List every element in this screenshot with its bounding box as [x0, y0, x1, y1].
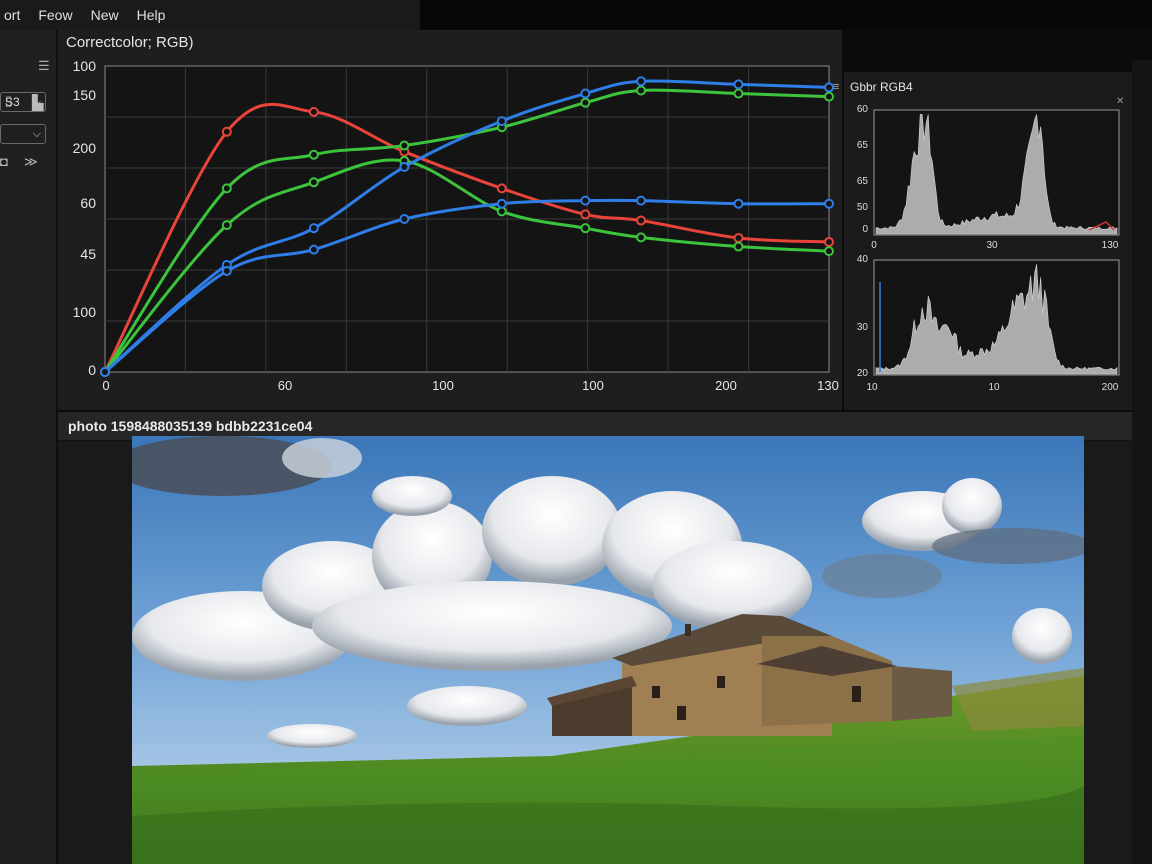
- hist-x-tick: 10: [866, 382, 878, 393]
- curve-point: [733, 198, 744, 209]
- hist-y-tick: 20: [857, 368, 869, 379]
- x-tick-label: 200: [715, 378, 737, 393]
- chevron-down-icon: ⌵: [32, 128, 41, 140]
- left-toolbar: ☰ ⌷ ▙ S3 ⌵ ⌵ ◘ ≫: [0, 30, 57, 864]
- curve-point: [824, 246, 834, 257]
- curves-chart[interactable]: 100 150 200 60 45 100 0 0 60 100 100 200 130 ≡: [58, 30, 842, 410]
- curve-point: [308, 106, 319, 117]
- hist-x-tick: 30: [986, 240, 998, 251]
- y-tick-label: 0: [88, 362, 96, 378]
- curve-point: [580, 195, 591, 206]
- chevron-down-icon: ⌵: [32, 96, 41, 108]
- x-tick-label: 60: [278, 378, 292, 393]
- curve-point: [636, 232, 647, 243]
- curve-point: [636, 76, 647, 87]
- curve-point: [308, 149, 319, 160]
- curve-point: [496, 198, 507, 209]
- curve-point: [580, 223, 591, 234]
- hist-y-tick: 40: [857, 254, 869, 265]
- x-tick-label: 0: [102, 378, 109, 393]
- curve-point: [399, 214, 410, 224]
- curve-point: [496, 116, 507, 127]
- curve-point: [221, 183, 232, 194]
- y-tick-label: 60: [80, 195, 96, 211]
- hist-y-tick: 65: [857, 176, 869, 187]
- arrow-tool-icon[interactable]: ≫: [24, 154, 38, 170]
- curve-point: [221, 220, 232, 231]
- y-tick-label: 100: [73, 304, 97, 320]
- y-tick-label: 100: [73, 58, 97, 74]
- right-sidebar: [1132, 60, 1152, 864]
- channel-select[interactable]: ⌵: [0, 124, 46, 144]
- menu-item-1[interactable]: Feow: [38, 7, 72, 23]
- curve-point: [580, 88, 591, 99]
- curve-point: [308, 244, 319, 255]
- hist-y-tick: 30: [857, 322, 869, 333]
- y-tick-label: 45: [80, 246, 96, 262]
- curves-y-ticks: 100 150 200 60 45 100 0: [73, 58, 97, 378]
- curve-point: [733, 232, 744, 243]
- curve-point: [824, 236, 834, 247]
- curve-point: [308, 223, 319, 234]
- curve-point: [399, 161, 410, 172]
- landscape-photo: [132, 436, 1084, 864]
- curves-x-ticks: 0 60 100 100 200 130: [102, 378, 838, 393]
- x-tick-label: 130: [817, 378, 839, 393]
- histogram-panel: Gbbr RGB4 60 65 65 50 0 0 30 130 40 30 20 10 10 200 ✕: [844, 72, 1132, 410]
- curve-point: [100, 367, 110, 377]
- hist-x-tick: 200: [1102, 382, 1119, 393]
- bezel-top: [420, 0, 1152, 30]
- curve-point: [636, 85, 647, 96]
- photo-canvas[interactable]: [132, 436, 1084, 864]
- y-tick-label: 200: [73, 140, 97, 156]
- x-tick-label: 100: [432, 378, 454, 393]
- curves-panel: Correctcolor; RGB) 100 150 200 60 45 100 0 0 60…: [58, 30, 842, 410]
- hist-y-tick: 0: [862, 224, 868, 235]
- hist-x-tick: 130: [1102, 240, 1119, 251]
- curve-point: [636, 215, 647, 226]
- curve-point: [733, 79, 744, 90]
- hist-x-tick: 0: [871, 240, 877, 251]
- curve-point: [221, 126, 232, 137]
- curve-point: [580, 97, 591, 108]
- x-tick-label: 100: [582, 378, 604, 393]
- photo-title: photo 1598488035139 bdbb2231ce04: [68, 418, 313, 434]
- curve-point: [399, 140, 410, 151]
- curve-point: [733, 241, 744, 252]
- menu-item-2[interactable]: New: [91, 7, 119, 23]
- curve-point: [824, 91, 834, 102]
- menu-item-0[interactable]: ort: [4, 7, 20, 23]
- curve-point: [824, 198, 834, 209]
- curve-point: [580, 209, 591, 220]
- camera-icon[interactable]: ◘: [0, 154, 8, 169]
- close-icon: ✕: [1116, 96, 1124, 107]
- curve-point: [308, 177, 319, 188]
- curve-point: [496, 183, 507, 194]
- panel-menu-icon[interactable]: ☰: [38, 58, 50, 74]
- histogram-charts: 60 65 65 50 00 30 130 40 30 20 10 10 200 ✕: [857, 96, 1125, 393]
- curve-point: [221, 266, 232, 277]
- curve-point: [733, 88, 744, 99]
- preset-select[interactable]: S3 ⌵: [0, 92, 46, 112]
- hist-y-tick: 60: [857, 104, 869, 115]
- hist-y-tick: 65: [857, 140, 869, 151]
- curve-point: [824, 82, 834, 93]
- curve-point: [636, 195, 647, 206]
- menu-item-3[interactable]: Help: [137, 7, 166, 23]
- photo-panel: photo 1598488035139 bdbb2231ce04: [58, 412, 1132, 864]
- y-tick-label: 150: [73, 87, 97, 103]
- panel-menu-icon: ≡: [833, 81, 839, 93]
- hist-y-tick: 50: [857, 202, 869, 213]
- preset-select-value: S3: [5, 95, 20, 109]
- hist-x-tick: 10: [988, 382, 1000, 393]
